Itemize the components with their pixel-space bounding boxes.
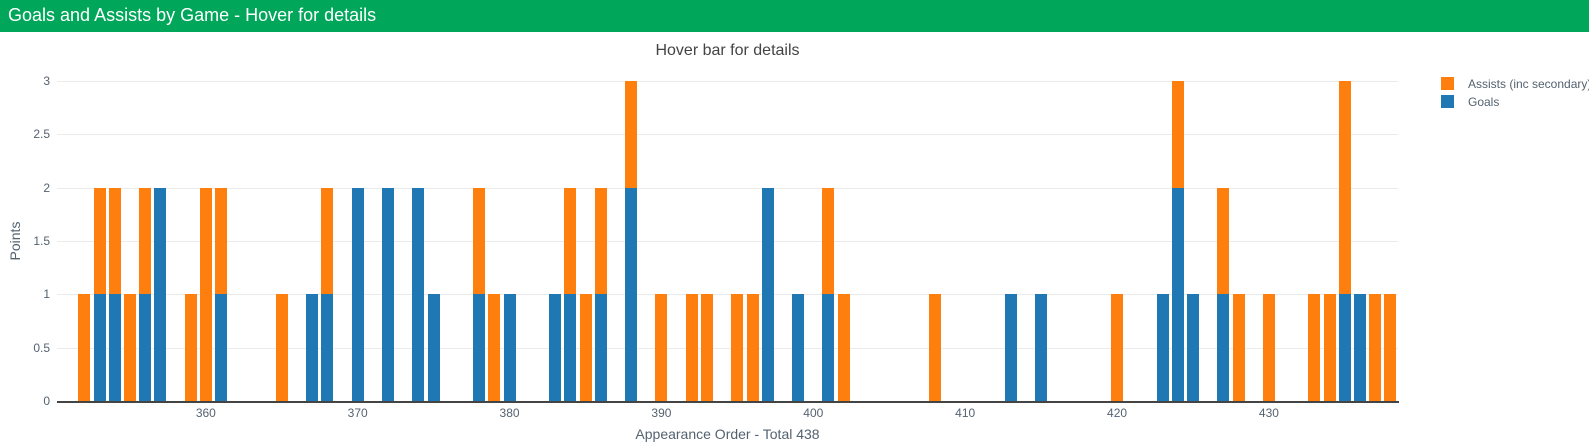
- y-tick-label: 3: [8, 73, 50, 89]
- bar-segment-goals[interactable]: [109, 294, 121, 401]
- bar-segment-goals[interactable]: [321, 294, 333, 401]
- bar-segment-goals[interactable]: [792, 294, 804, 401]
- bar-segment-goals[interactable]: [504, 294, 516, 401]
- bar-segment-assists[interactable]: [1111, 294, 1123, 401]
- bar-segment-assists[interactable]: [185, 294, 197, 401]
- bar-segment-goals[interactable]: [564, 294, 576, 401]
- bar-segment-assists[interactable]: [1263, 294, 1275, 401]
- y-tick-label: 1.5: [8, 233, 50, 249]
- bar-segment-assists[interactable]: [109, 188, 121, 295]
- legend-item-assists[interactable]: Assists (inc secondary): [1441, 77, 1589, 90]
- app-header-title: Goals and Assists by Game - Hover for de…: [8, 5, 376, 25]
- bar-segment-assists[interactable]: [595, 188, 607, 295]
- bar-segment-assists[interactable]: [747, 294, 759, 401]
- gridline: [57, 81, 1398, 82]
- bar-segment-goals[interactable]: [549, 294, 561, 401]
- bar-segment-assists[interactable]: [701, 294, 713, 401]
- bar-segment-goals[interactable]: [762, 188, 774, 401]
- bar-segment-assists[interactable]: [200, 188, 212, 401]
- bar-segment-goals[interactable]: [215, 294, 227, 401]
- gridline: [57, 134, 1398, 135]
- bar-segment-assists[interactable]: [655, 294, 667, 401]
- bar-segment-assists[interactable]: [1339, 81, 1351, 294]
- bar-segment-goals[interactable]: [154, 188, 166, 401]
- bar-segment-assists[interactable]: [564, 188, 576, 295]
- x-tick-label: 400: [783, 406, 843, 420]
- bar-segment-goals[interactable]: [306, 294, 318, 401]
- x-tick-label: 430: [1239, 406, 1299, 420]
- bar-segment-goals[interactable]: [595, 294, 607, 401]
- gridline: [57, 241, 1398, 242]
- legend-label-assists: Assists (inc secondary): [1468, 77, 1589, 91]
- bar-segment-assists[interactable]: [1324, 294, 1336, 401]
- bar-segment-assists[interactable]: [78, 294, 90, 401]
- y-tick-label: 2.5: [8, 126, 50, 142]
- bar-segment-assists[interactable]: [838, 294, 850, 401]
- app-header: Goals and Assists by Game - Hover for de…: [0, 0, 1589, 32]
- x-tick-label: 360: [176, 406, 236, 420]
- bar-segment-goals[interactable]: [412, 188, 424, 401]
- x-axis-line: [57, 401, 1399, 403]
- gridline: [57, 188, 1398, 189]
- bar-segment-assists[interactable]: [822, 188, 834, 295]
- bar-segment-assists[interactable]: [580, 294, 592, 401]
- bar-segment-goals[interactable]: [139, 294, 151, 401]
- bar-segment-assists[interactable]: [94, 188, 106, 295]
- bar-segment-goals[interactable]: [428, 294, 440, 401]
- x-tick-label: 380: [480, 406, 540, 420]
- bar-segment-assists[interactable]: [215, 188, 227, 295]
- goals-swatch-icon: [1441, 95, 1454, 108]
- bar-segment-goals[interactable]: [94, 294, 106, 401]
- x-tick-label: 410: [935, 406, 995, 420]
- bar-segment-assists[interactable]: [1384, 294, 1396, 401]
- bar-segment-assists[interactable]: [488, 294, 500, 401]
- bar-segment-assists[interactable]: [321, 188, 333, 295]
- chart-container: Hover bar for details Points Appearance …: [0, 32, 1589, 445]
- legend: Assists (inc secondary) Goals: [1441, 77, 1589, 113]
- bar-segment-goals[interactable]: [473, 294, 485, 401]
- bar-segment-goals[interactable]: [1339, 294, 1351, 401]
- bar-segment-goals[interactable]: [1172, 188, 1184, 401]
- bar-segment-goals[interactable]: [352, 188, 364, 401]
- x-axis-title: Appearance Order - Total 438: [57, 426, 1398, 442]
- bar-segment-assists[interactable]: [731, 294, 743, 401]
- bar-segment-assists[interactable]: [1308, 294, 1320, 401]
- bar-segment-assists[interactable]: [929, 294, 941, 401]
- legend-label-goals: Goals: [1468, 95, 1499, 109]
- bar-segment-goals[interactable]: [382, 188, 394, 401]
- bar-segment-goals[interactable]: [625, 188, 637, 401]
- bar-segment-assists[interactable]: [124, 294, 136, 401]
- bar-segment-goals[interactable]: [822, 294, 834, 401]
- bar-segment-goals[interactable]: [1157, 294, 1169, 401]
- bar-segment-assists[interactable]: [473, 188, 485, 295]
- y-tick-label: 0: [8, 393, 50, 409]
- y-tick-label: 1: [8, 286, 50, 302]
- x-tick-label: 420: [1087, 406, 1147, 420]
- x-tick-label: 370: [328, 406, 388, 420]
- assists-swatch-icon: [1441, 77, 1454, 90]
- chart-title: Hover bar for details: [57, 42, 1398, 60]
- bar-segment-assists[interactable]: [1217, 188, 1229, 295]
- legend-item-goals[interactable]: Goals: [1441, 95, 1589, 108]
- bar-segment-assists[interactable]: [1172, 81, 1184, 188]
- bar-segment-goals[interactable]: [1035, 294, 1047, 401]
- bar-segment-assists[interactable]: [686, 294, 698, 401]
- bar-segment-assists[interactable]: [1233, 294, 1245, 401]
- bar-segment-goals[interactable]: [1187, 294, 1199, 401]
- bar-segment-assists[interactable]: [1369, 294, 1381, 401]
- x-tick-label: 390: [631, 406, 691, 420]
- bar-segment-goals[interactable]: [1005, 294, 1017, 401]
- y-tick-label: 0.5: [8, 340, 50, 356]
- bar-segment-goals[interactable]: [1217, 294, 1229, 401]
- bar-segment-assists[interactable]: [625, 81, 637, 188]
- bar-segment-goals[interactable]: [1354, 294, 1366, 401]
- y-tick-label: 2: [8, 180, 50, 196]
- bar-segment-assists[interactable]: [139, 188, 151, 295]
- bar-segment-assists[interactable]: [276, 294, 288, 401]
